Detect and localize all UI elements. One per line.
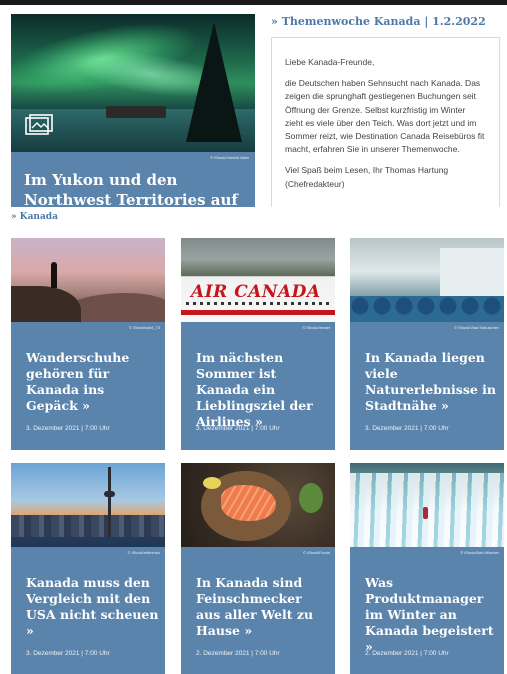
themenwoche-heading[interactable]: » Themenwoche Kanada | 1.2.2022 xyxy=(271,15,486,28)
article-card[interactable]: AIR CANADA © iStock/Imnart Im nächsten S… xyxy=(181,238,335,450)
hero-image xyxy=(11,14,255,152)
article-date: 3. Dezember 2021 | 7:00 Uhr xyxy=(365,425,449,432)
image-credit: © iStock/Yarnick Allan xyxy=(210,155,249,160)
editorial-greeting: Liebe Kanada-Freunde, xyxy=(285,57,375,67)
gallery-icon xyxy=(25,114,53,135)
article-image xyxy=(350,463,504,547)
image-credit: © iStock/Bob Hilscher xyxy=(460,550,499,555)
article-title[interactable]: Kanada muss den Vergleich mit den USA ni… xyxy=(26,575,160,639)
editorial-box: Liebe Kanada-Freunde, die Deutschen habe… xyxy=(271,37,500,207)
article-title[interactable]: Wanderschuhe gehören für Kanada ins Gepä… xyxy=(26,350,160,414)
article-image xyxy=(11,463,165,547)
article-date: 2. Dezember 2021 | 7:00 Uhr xyxy=(196,650,280,657)
article-image: AIR CANADA xyxy=(181,238,335,322)
article-title[interactable]: In Kanada sind Feinschmecker aus aller W… xyxy=(196,575,330,639)
article-date: 3. Dezember 2021 | 7:00 Uhr xyxy=(26,650,110,657)
article-date: 3. Dezember 2021 | 7:00 Uhr xyxy=(196,425,280,432)
hero-title[interactable]: Im Yukon und den Northwest Territories a… xyxy=(24,170,252,207)
article-card[interactable]: © iStock/Fuchs In Kanada sind Feinschmec… xyxy=(181,463,335,674)
article-title[interactable]: Was Produktmanager im Winter an Kanada b… xyxy=(365,575,499,655)
article-card[interactable]: © iStock/Bob Hilscher Was Produktmanager… xyxy=(350,463,504,674)
hero-article-card[interactable]: © iStock/Yarnick Allan Im Yukon und den … xyxy=(11,14,255,207)
editorial-body: die Deutschen haben Sehnsucht nach Kanad… xyxy=(285,78,485,155)
image-credit: © iStock/solid_73 xyxy=(129,325,160,330)
article-title[interactable]: In Kanada liegen viele Naturerlebnisse i… xyxy=(365,350,499,414)
image-credit: © iStock/Imnart xyxy=(302,325,330,330)
article-date: 3. Dezember 2021 | 7:00 Uhr xyxy=(26,425,110,432)
article-card[interactable]: © iStock/mitrienko Kanada muss den Vergl… xyxy=(11,463,165,674)
article-image xyxy=(350,238,504,322)
article-card[interactable]: © iStock/solid_73 Wanderschuhe gehören f… xyxy=(11,238,165,450)
article-date: 2. Dezember 2021 | 7:00 Uhr xyxy=(365,650,449,657)
top-bar xyxy=(0,0,507,5)
air-canada-logo: AIR CANADA xyxy=(191,282,321,302)
image-credit: © iStock/Fuchs xyxy=(303,550,330,555)
article-image xyxy=(11,238,165,322)
editorial-signoff: Viel Spaß beim Lesen, Ihr Thomas Hartung… xyxy=(285,165,449,189)
image-credit: © iStock/Vlad Sokuschev xyxy=(454,325,499,330)
article-image xyxy=(181,463,335,547)
image-credit: © iStock/mitrienko xyxy=(127,550,160,555)
article-title[interactable]: Im nächsten Sommer ist Kanada ein Liebli… xyxy=(196,350,330,430)
article-card[interactable]: © iStock/Vlad Sokuschev In Kanada liegen… xyxy=(350,238,504,450)
section-heading-kanada[interactable]: » Kanada xyxy=(11,212,58,222)
